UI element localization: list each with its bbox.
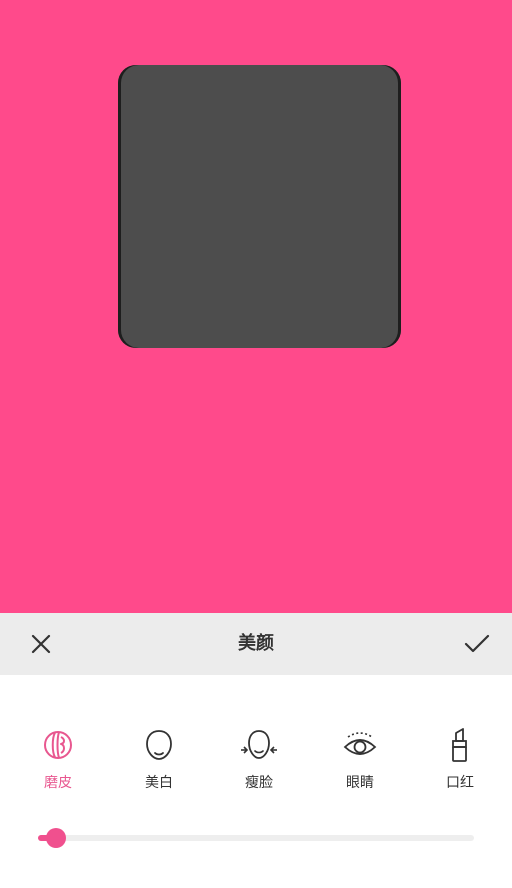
slider-thumb[interactable] <box>46 828 67 848</box>
page-title: 美颜 <box>238 633 274 654</box>
beauty-toolbar: 美颜 <box>0 613 512 675</box>
close-icon <box>31 634 51 654</box>
eye-icon <box>340 725 380 765</box>
tool-eyes[interactable]: 眼睛 <box>320 725 400 800</box>
checkmark-icon <box>464 634 490 653</box>
tool-lipstick[interactable]: 口红 <box>420 725 500 800</box>
face-whiten-icon <box>139 725 179 765</box>
tool-label: 瘦脸 <box>245 775 273 791</box>
intensity-slider[interactable] <box>38 826 474 850</box>
tool-skin-smooth[interactable]: 磨皮 <box>18 725 98 800</box>
lipstick-icon <box>440 725 480 765</box>
slim-face-icon <box>239 725 279 765</box>
tool-whiten[interactable]: 美白 <box>119 725 199 800</box>
tool-label: 磨皮 <box>44 775 72 791</box>
skin-smooth-icon <box>38 725 78 765</box>
photo-preview <box>118 65 401 348</box>
confirm-button[interactable] <box>457 624 497 664</box>
tool-slim-face[interactable]: 瘦脸 <box>219 725 299 800</box>
photo-preview-area <box>0 0 512 613</box>
close-button[interactable] <box>21 624 61 664</box>
tool-label: 口红 <box>446 775 474 791</box>
beauty-tools: 磨皮 美白 瘦脸 眼睛 口红 <box>0 725 512 805</box>
tool-label: 美白 <box>145 775 173 791</box>
tool-label: 眼睛 <box>346 775 374 791</box>
slider-track[interactable] <box>38 835 474 841</box>
